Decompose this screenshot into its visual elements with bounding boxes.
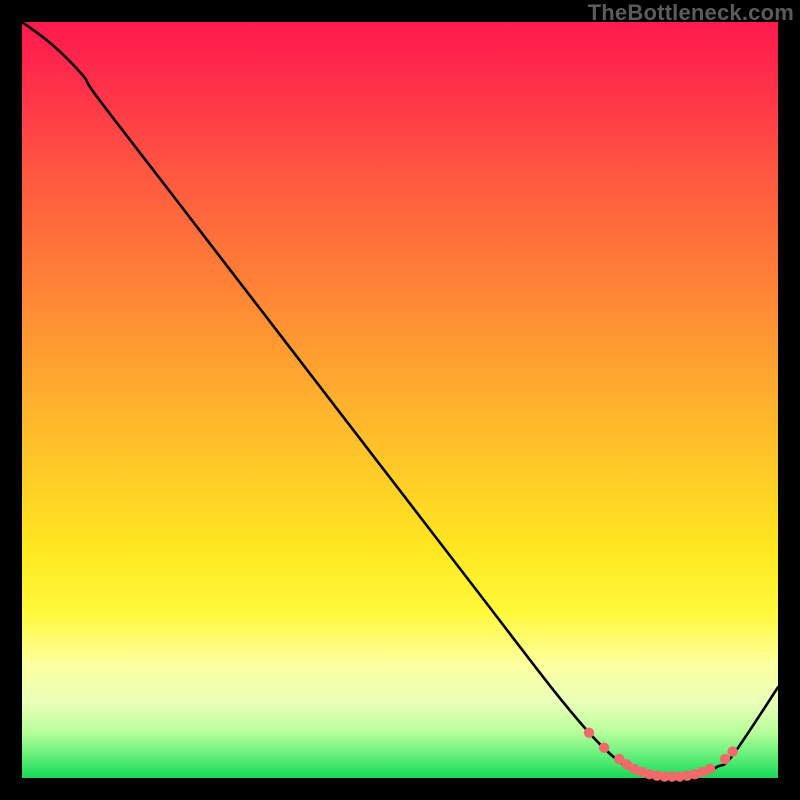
chart-svg — [22, 22, 778, 778]
overlay-dot — [599, 743, 609, 753]
overlay-dots — [584, 727, 738, 781]
overlay-dot — [727, 746, 737, 756]
overlay-dot — [584, 727, 594, 737]
watermark-text: TheBottleneck.com — [588, 2, 794, 24]
overlay-dot — [705, 764, 715, 774]
overlay-dot — [720, 754, 730, 764]
plot-area — [22, 22, 778, 778]
chart-frame: TheBottleneck.com — [0, 0, 800, 800]
curve-line — [22, 22, 778, 778]
